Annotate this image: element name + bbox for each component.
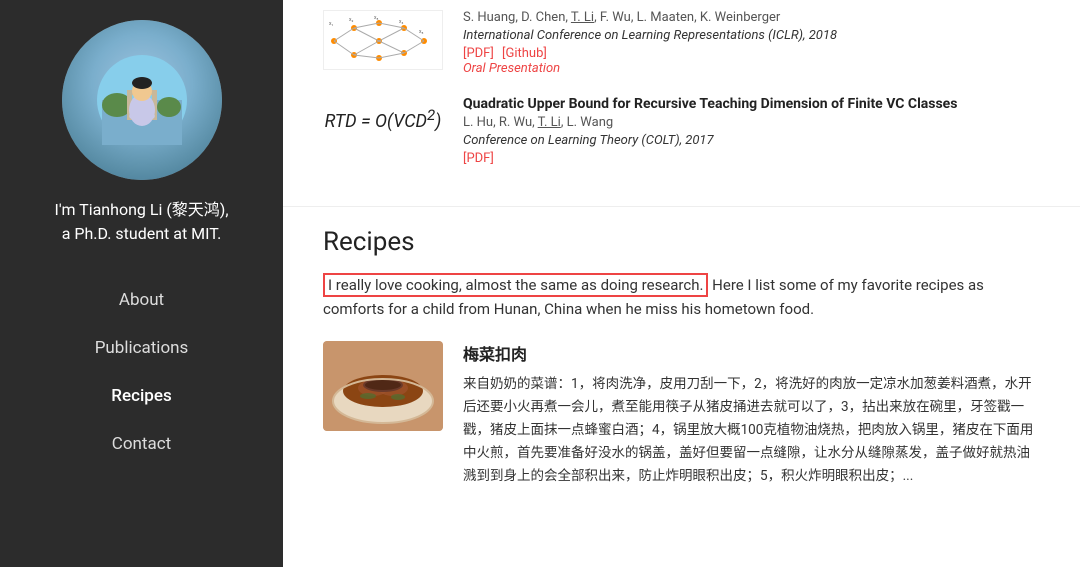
pub-info-2: Quadratic Upper Bound for Recursive Teac… (463, 96, 957, 166)
pub-oral-tag: Oral Presentation (463, 61, 837, 76)
svg-text:x₂: x₂ (349, 17, 353, 23)
pub-authors-2: L. Hu, R. Wu, T. Li, L. Wang (463, 115, 957, 130)
github-link-1[interactable]: [Github] (502, 46, 547, 61)
sidebar-item-publications[interactable]: Publications (0, 324, 283, 372)
publication-entry-1: x₁ x₂ x₃ x₄ x₅ S. Huang, D. Chen, T. Li,… (323, 10, 1040, 76)
pub-links-2: [PDF] (463, 151, 957, 166)
sidebar-item-contact[interactable]: Contact (0, 420, 283, 468)
sidebar: I'm Tianhong Li (黎天鸿), a Ph.D. student a… (0, 0, 283, 567)
recipes-highlight: I really love cooking, almost the same a… (323, 273, 708, 297)
publications-section: x₁ x₂ x₃ x₄ x₅ S. Huang, D. Chen, T. Li,… (283, 0, 1080, 207)
pub-venue-1: International Conference on Learning Rep… (463, 28, 837, 43)
svg-text:x₁: x₁ (329, 21, 333, 27)
pub-venue-2: Conference on Learning Theory (COLT), 20… (463, 133, 957, 148)
pub-thumbnail-1: x₁ x₂ x₃ x₄ x₅ (323, 10, 443, 70)
recipe-title: 梅菜扣肉 (463, 341, 1040, 365)
pub-authors-1: S. Huang, D. Chen, T. Li, F. Wu, L. Maat… (463, 10, 837, 25)
recipe-image (323, 341, 443, 431)
recipes-title: Recipes (323, 227, 1040, 257)
sidebar-nav: About Publications Recipes Contact (0, 276, 283, 468)
avatar (62, 20, 222, 180)
pub-info-1: S. Huang, D. Chen, T. Li, F. Wu, L. Maat… (463, 10, 837, 76)
pub-title-main-2: Quadratic Upper Bound for Recursive Teac… (463, 96, 957, 112)
recipe-text: 来自奶奶的菜谱：1，将肉洗净，皮用刀刮一下，2，将洗好的肉放一定凉水加葱姜料酒煮… (463, 373, 1040, 488)
recipes-section: Recipes I really love cooking, almost th… (283, 207, 1080, 508)
publication-entry-2: RTD = O(VCD2) Quadratic Upper Bound for … (323, 96, 1040, 166)
pdf-link-2[interactable]: [PDF] (463, 151, 494, 166)
svg-text:x₄: x₄ (399, 19, 403, 25)
recipe-card-meicai: 梅菜扣肉 来自奶奶的菜谱：1，将肉洗净，皮用刀刮一下，2，将洗好的肉放一定凉水加… (323, 341, 1040, 488)
svg-text:x₃: x₃ (374, 15, 378, 21)
author-name: I'm Tianhong Li (黎天鸿), a Ph.D. student a… (34, 198, 248, 246)
main-content: x₁ x₂ x₃ x₄ x₅ S. Huang, D. Chen, T. Li,… (283, 0, 1080, 567)
pub-links-1: [PDF] [Github] (463, 46, 837, 61)
pdf-link-1[interactable]: [PDF] (463, 46, 494, 61)
sidebar-item-about[interactable]: About (0, 276, 283, 324)
sidebar-item-recipes[interactable]: Recipes (0, 372, 283, 420)
recipe-content: 梅菜扣肉 来自奶奶的菜谱：1，将肉洗净，皮用刀刮一下，2，将洗好的肉放一定凉水加… (463, 341, 1040, 488)
pub-formula-2: RTD = O(VCD2) (323, 96, 443, 142)
svg-text:x₅: x₅ (419, 29, 423, 35)
recipes-intro: I really love cooking, almost the same a… (323, 273, 1040, 321)
